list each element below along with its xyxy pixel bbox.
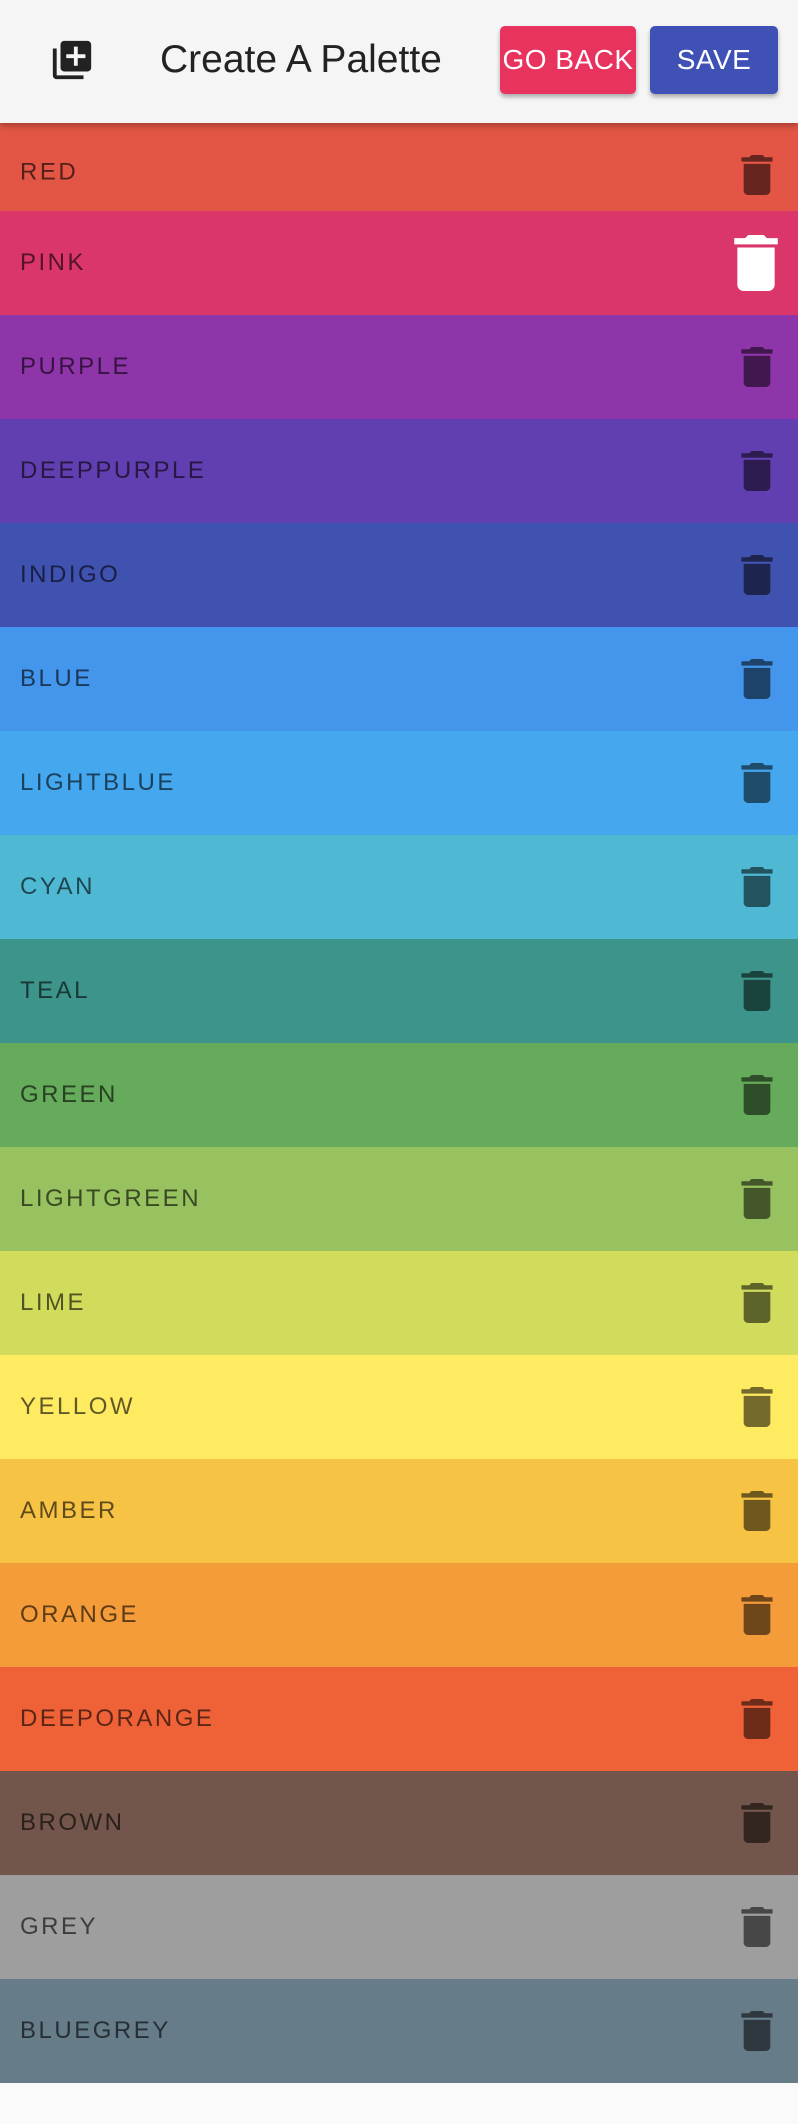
- color-box-orange[interactable]: orange: [0, 1563, 798, 1667]
- color-box-green[interactable]: green: [0, 1043, 798, 1147]
- color-name: cyan: [20, 873, 95, 900]
- color-box-grey[interactable]: grey: [0, 1875, 798, 1979]
- add-palette-icon[interactable]: [46, 34, 98, 86]
- color-name: grey: [20, 1913, 99, 1940]
- color-name: deeporange: [20, 1705, 215, 1732]
- color-name: lightgreen: [20, 1185, 202, 1212]
- color-box-deeporange[interactable]: deeporange: [0, 1667, 798, 1771]
- color-name: green: [20, 1081, 118, 1108]
- color-name: pink: [20, 249, 87, 276]
- color-name: lightblue: [20, 769, 176, 796]
- delete-icon[interactable]: [734, 235, 778, 291]
- color-box-deeppurple[interactable]: deeppurple: [0, 419, 798, 523]
- delete-icon[interactable]: [740, 1803, 774, 1843]
- delete-icon[interactable]: [740, 659, 774, 699]
- color-box-purple[interactable]: purple: [0, 315, 798, 419]
- delete-icon[interactable]: [740, 1179, 774, 1219]
- color-box-lightgreen[interactable]: lightgreen: [0, 1147, 798, 1251]
- color-name: deeppurple: [20, 457, 207, 484]
- color-box-indigo[interactable]: indigo: [0, 523, 798, 627]
- page-title: Create A Palette: [160, 38, 442, 81]
- color-box-red[interactable]: red: [0, 123, 798, 211]
- color-box-teal[interactable]: teal: [0, 939, 798, 1043]
- delete-icon[interactable]: [740, 555, 774, 595]
- color-box-blue[interactable]: blue: [0, 627, 798, 731]
- color-name: purple: [20, 353, 132, 380]
- color-box-brown[interactable]: brown: [0, 1771, 798, 1875]
- delete-icon[interactable]: [740, 763, 774, 803]
- app-bar: Create A Palette GO BACK SAVE: [0, 0, 798, 123]
- delete-icon[interactable]: [740, 1699, 774, 1739]
- color-name: yellow: [20, 1393, 136, 1420]
- delete-icon[interactable]: [740, 1387, 774, 1427]
- color-name: teal: [20, 977, 91, 1004]
- color-name: indigo: [20, 561, 121, 588]
- color-name: blue: [20, 665, 93, 692]
- color-box-lime[interactable]: lime: [0, 1251, 798, 1355]
- save-button[interactable]: SAVE: [650, 26, 778, 94]
- delete-icon[interactable]: [740, 1075, 774, 1115]
- color-name: lime: [20, 1289, 87, 1316]
- delete-icon[interactable]: [740, 451, 774, 491]
- color-name: amber: [20, 1497, 118, 1524]
- delete-icon[interactable]: [740, 2011, 774, 2051]
- color-box-bluegrey[interactable]: bluegrey: [0, 1979, 798, 2083]
- delete-icon[interactable]: [740, 1283, 774, 1323]
- delete-icon[interactable]: [740, 971, 774, 1011]
- delete-icon[interactable]: [740, 1595, 774, 1635]
- color-box-amber[interactable]: amber: [0, 1459, 798, 1563]
- color-box-lightblue[interactable]: lightblue: [0, 731, 798, 835]
- delete-icon[interactable]: [740, 155, 774, 195]
- color-name: bluegrey: [20, 2017, 171, 2044]
- delete-icon[interactable]: [740, 347, 774, 387]
- color-list: red pink purple deeppurple indigo blue lightbl…: [0, 123, 798, 2083]
- color-box-pink[interactable]: pink: [0, 211, 798, 315]
- color-name: brown: [20, 1809, 125, 1836]
- delete-icon[interactable]: [740, 867, 774, 907]
- color-name: orange: [20, 1601, 140, 1628]
- color-box-yellow[interactable]: yellow: [0, 1355, 798, 1459]
- color-box-cyan[interactable]: cyan: [0, 835, 798, 939]
- delete-icon[interactable]: [740, 1491, 774, 1531]
- color-name: red: [20, 158, 79, 186]
- go-back-button[interactable]: GO BACK: [500, 26, 636, 94]
- delete-icon[interactable]: [740, 1907, 774, 1947]
